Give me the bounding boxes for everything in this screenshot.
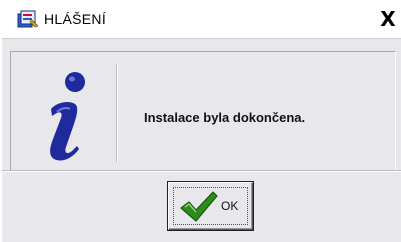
title-bar[interactable]: HLÁŠENÍ X [0, 0, 401, 39]
checkmark-icon [180, 191, 218, 222]
message-panel: Instalace byla dokončena. [10, 51, 396, 172]
message-divider [116, 64, 118, 162]
app-icon [17, 10, 39, 28]
dialog-window: HLÁŠENÍ X Instalace byla dokončena. OK [0, 0, 401, 242]
window-left-edge [0, 0, 2, 242]
window-title: HLÁŠENÍ [44, 11, 107, 27]
ok-button[interactable]: OK [167, 181, 254, 231]
dialog-body: Instalace byla dokončena. OK [0, 39, 401, 242]
information-icon [50, 72, 85, 161]
button-separator [0, 170, 401, 172]
ok-button-label: OK [221, 199, 239, 213]
close-button[interactable]: X [376, 6, 400, 32]
message-text: Instalace byla dokončena. [144, 110, 306, 125]
